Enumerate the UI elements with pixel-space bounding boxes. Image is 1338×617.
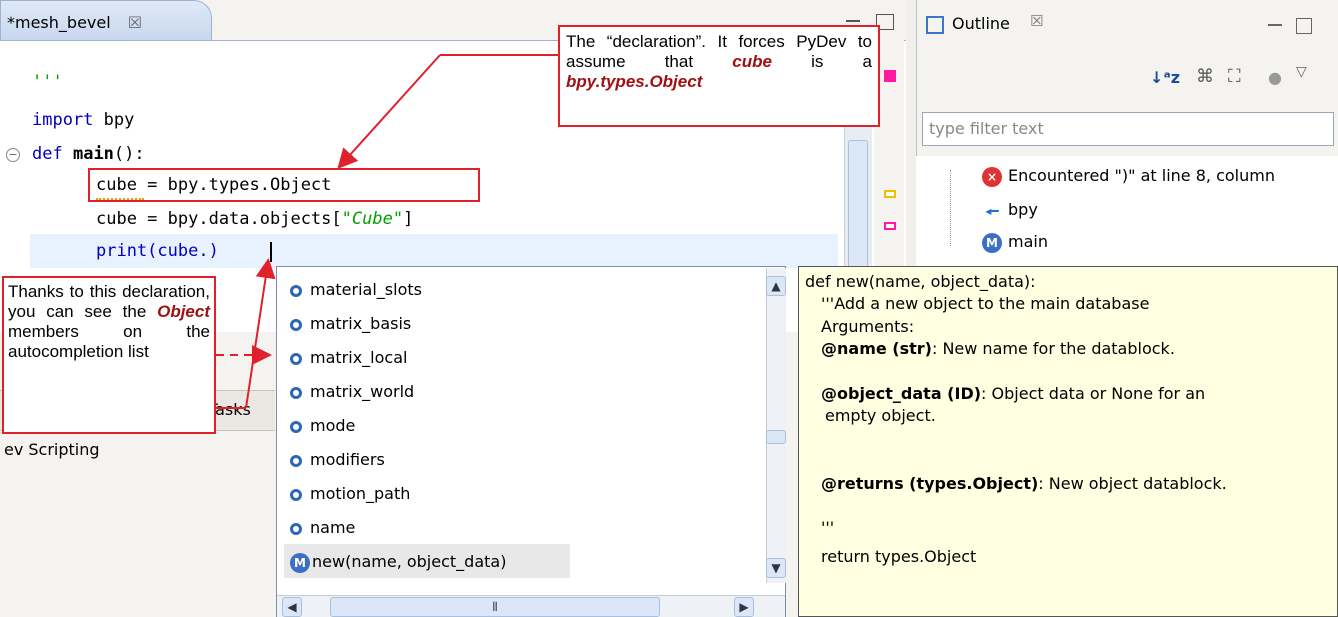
arrow-top	[337, 54, 441, 169]
annotation-arrows	[216, 54, 558, 409]
arrow-left	[245, 258, 276, 409]
